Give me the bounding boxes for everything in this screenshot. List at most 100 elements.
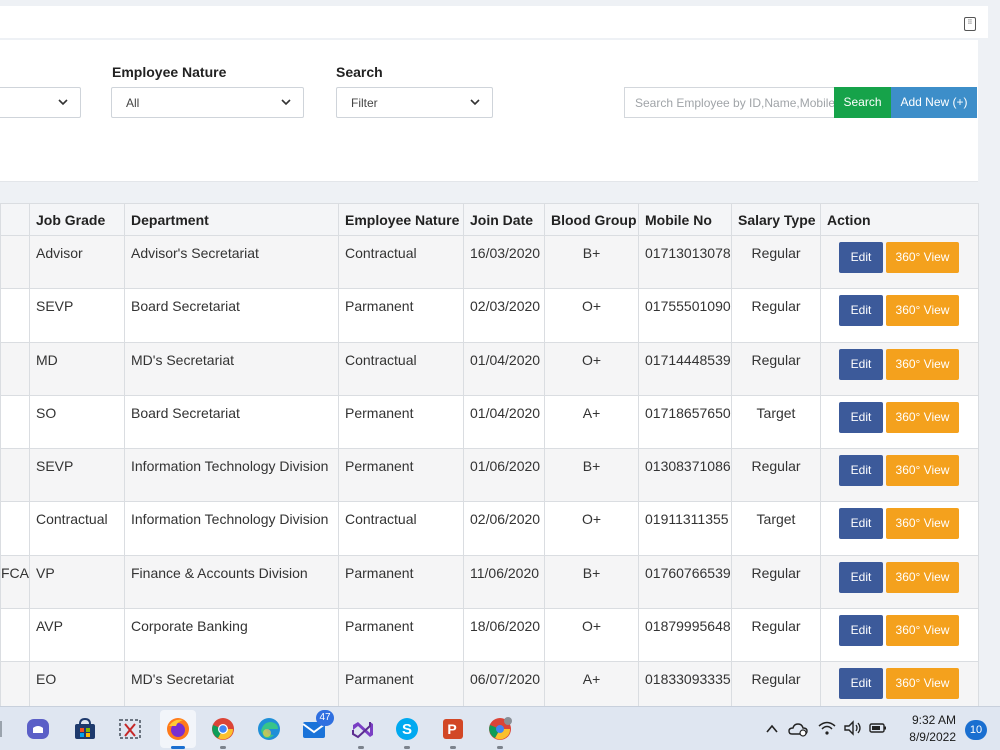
action-cell: Edit 360° View [820, 501, 979, 556]
blood-group-cell: O+ [544, 501, 639, 556]
action-cell: Edit 360° View [820, 554, 979, 610]
blood-group-cell: A+ [544, 394, 639, 450]
edit-button[interactable]: Edit [839, 295, 883, 327]
running-indicator [358, 746, 364, 749]
edit-button[interactable]: Edit [839, 615, 883, 647]
salary-type-cell: Regular [731, 554, 821, 610]
column-header-salary-type[interactable]: Salary Type [731, 203, 821, 236]
onedrive-icon[interactable] [788, 720, 808, 738]
action-cell: Edit 360° View [820, 661, 979, 706]
view-360-button[interactable]: 360° View [886, 401, 959, 433]
mobile-cell: 01308371086 [638, 448, 732, 503]
edit-button[interactable]: Edit [839, 348, 883, 380]
blood-group-cell: B+ [544, 554, 639, 610]
department-cell: Advisor's Secretariat [124, 234, 339, 290]
employee-nature-value: All [126, 96, 140, 110]
employee-nature-select[interactable]: All [111, 87, 304, 118]
chevron-down-icon [58, 99, 68, 106]
volume-icon[interactable] [843, 720, 863, 736]
action-cell: Edit 360° View [820, 394, 979, 450]
notification-badge[interactable]: 10 [965, 720, 987, 740]
wifi-icon[interactable] [818, 720, 836, 736]
powerpoint-icon[interactable]: P [440, 716, 466, 742]
prev-cell [0, 501, 30, 556]
view-360-button[interactable]: 360° View [886, 455, 959, 487]
edit-button[interactable]: Edit [839, 401, 883, 433]
fullscreen-icon[interactable]: ⁞⁞ [964, 17, 976, 31]
chrome-profile-icon[interactable] [487, 716, 513, 742]
system-clock[interactable]: 9:32 AM 8/9/2022 [909, 712, 956, 746]
clock-date: 8/9/2022 [909, 730, 956, 744]
search-filter-select[interactable]: Filter [336, 87, 493, 118]
view-360-button[interactable]: 360° View [886, 508, 959, 540]
edge-icon[interactable] [256, 716, 282, 742]
filter-panel: Employee Nature All Search Filter Search… [0, 40, 978, 182]
column-header-mobile-no[interactable]: Mobile No [638, 203, 732, 236]
top-bar: ⁞⁞ [0, 6, 988, 38]
battery-icon[interactable] [869, 722, 887, 734]
edit-button[interactable]: Edit [839, 242, 883, 273]
blood-group-cell: O+ [544, 341, 639, 396]
join-date-cell: 01/04/2020 [463, 341, 545, 396]
snipping-tool-icon[interactable] [117, 716, 143, 742]
running-indicator [497, 746, 503, 749]
start-button-icon[interactable] [0, 716, 4, 742]
department-cell: Corporate Banking [124, 608, 339, 663]
employee-nature-cell: Parmanent [338, 554, 464, 610]
view-360-button[interactable]: 360° View [886, 615, 959, 647]
mobile-cell: 01911311355 [638, 501, 732, 556]
column-header-action: Action [820, 203, 979, 236]
edit-button[interactable]: Edit [839, 508, 883, 540]
department-cell: Information Technology Division [124, 448, 339, 503]
chrome-icon[interactable] [210, 716, 236, 742]
column-header-join-date[interactable]: Join Date [463, 203, 545, 236]
store-icon[interactable] [72, 716, 98, 742]
view-360-button[interactable]: 360° View [886, 668, 959, 700]
add-new-button[interactable]: Add New (+) [891, 87, 977, 118]
join-date-cell: 11/06/2020 [463, 554, 545, 610]
salary-type-cell: Regular [731, 234, 821, 290]
firefox-icon[interactable] [165, 716, 191, 742]
column-header-blood-group[interactable]: Blood Group [544, 203, 639, 236]
view-360-button[interactable]: 360° View [886, 242, 959, 273]
employee-nature-cell: Parmanent [338, 661, 464, 706]
job-grade-cell: MD [29, 341, 125, 396]
prev-cell [0, 341, 30, 396]
action-cell: Edit 360° View [820, 288, 979, 343]
mobile-cell: 01833093335 [638, 661, 732, 706]
chevron-up-icon[interactable] [765, 723, 779, 735]
view-360-button[interactable]: 360° View [886, 348, 959, 380]
teams-icon[interactable] [25, 716, 51, 742]
table-header-row: Job Grade Department Employee Nature Joi… [0, 203, 979, 236]
table-row: SO Board Secretariat Permanent 01/04/202… [0, 394, 979, 450]
job-grade-cell: Contractual [29, 501, 125, 556]
search-employee-input[interactable]: Search Employee by ID,Name,Mobile [624, 87, 834, 118]
skype-icon[interactable]: S [394, 716, 420, 742]
salary-type-cell: Regular [731, 661, 821, 706]
column-header-job-grade[interactable]: Job Grade [29, 203, 125, 236]
table-row: AVP Corporate Banking Parmanent 18/06/20… [0, 608, 979, 663]
view-360-button[interactable]: 360° View [886, 295, 959, 327]
visual-studio-icon[interactable] [349, 716, 375, 742]
department-cell: Board Secretariat [124, 394, 339, 450]
edit-button[interactable]: Edit [839, 455, 883, 487]
join-date-cell: 18/06/2020 [463, 608, 545, 663]
mobile-cell: 01760766539 [638, 554, 732, 610]
table-row: Contractual Information Technology Divis… [0, 501, 979, 556]
edit-button[interactable]: Edit [839, 668, 883, 700]
join-date-cell: 02/03/2020 [463, 288, 545, 343]
column-header-department[interactable]: Department [124, 203, 339, 236]
employee-nature-cell: Contractual [338, 234, 464, 290]
column-header-employee-nature[interactable]: Employee Nature [338, 203, 464, 236]
table-row: EO MD's Secretariat Parmanent 06/07/2020… [0, 661, 979, 706]
mobile-cell: 01713013078 [638, 234, 732, 290]
previous-filter-select[interactable] [0, 87, 81, 118]
action-cell: Edit 360° View [820, 341, 979, 396]
svg-text:S: S [402, 721, 412, 738]
table-row: SEVP Board Secretariat Parmanent 02/03/2… [0, 288, 979, 343]
employee-nature-cell: Contractual [338, 501, 464, 556]
view-360-button[interactable]: 360° View [886, 561, 959, 593]
employee-nature-label: Employee Nature [112, 64, 227, 80]
edit-button[interactable]: Edit [839, 561, 883, 593]
search-button[interactable]: Search [834, 87, 891, 118]
